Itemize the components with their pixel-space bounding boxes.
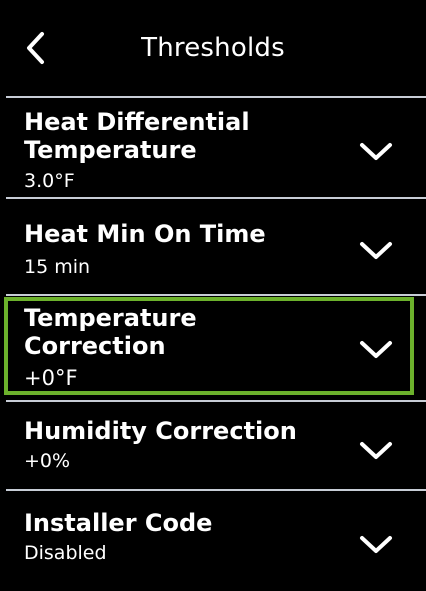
thresholds-screen: Thresholds Heat Differential Temperature… <box>0 0 426 591</box>
header: Thresholds <box>0 0 426 96</box>
expand-button[interactable] <box>358 439 394 463</box>
setting-label: Humidity Correction <box>24 417 297 445</box>
setting-label-line1: Heat Differential <box>24 108 250 136</box>
chevron-down-icon <box>360 242 392 259</box>
setting-value: 3.0°F <box>24 170 75 192</box>
chevron-down-icon <box>360 442 392 459</box>
expand-button[interactable] <box>358 533 394 557</box>
setting-label-line2: Temperature <box>24 136 197 164</box>
setting-value: 15 min <box>24 256 91 278</box>
setting-value: +0% <box>24 450 71 472</box>
setting-row-humidity-correction[interactable]: Humidity Correction +0% <box>0 402 426 488</box>
selection-highlight <box>4 297 414 395</box>
setting-label: Heat Min On Time <box>24 220 266 248</box>
setting-row-installer-code[interactable]: Installer Code Disabled <box>0 491 426 591</box>
setting-label: Installer Code <box>24 509 213 537</box>
page-title: Thresholds <box>141 33 285 63</box>
expand-button[interactable] <box>358 239 394 263</box>
chevron-down-icon <box>360 143 392 160</box>
setting-row-heat-differential-temperature[interactable]: Heat Differential Temperature 3.0°F <box>0 98 426 196</box>
setting-value: Disabled <box>24 542 107 564</box>
expand-button[interactable] <box>358 140 394 164</box>
setting-row-heat-min-on-time[interactable]: Heat Min On Time 15 min <box>0 199 426 293</box>
chevron-down-icon <box>360 536 392 553</box>
